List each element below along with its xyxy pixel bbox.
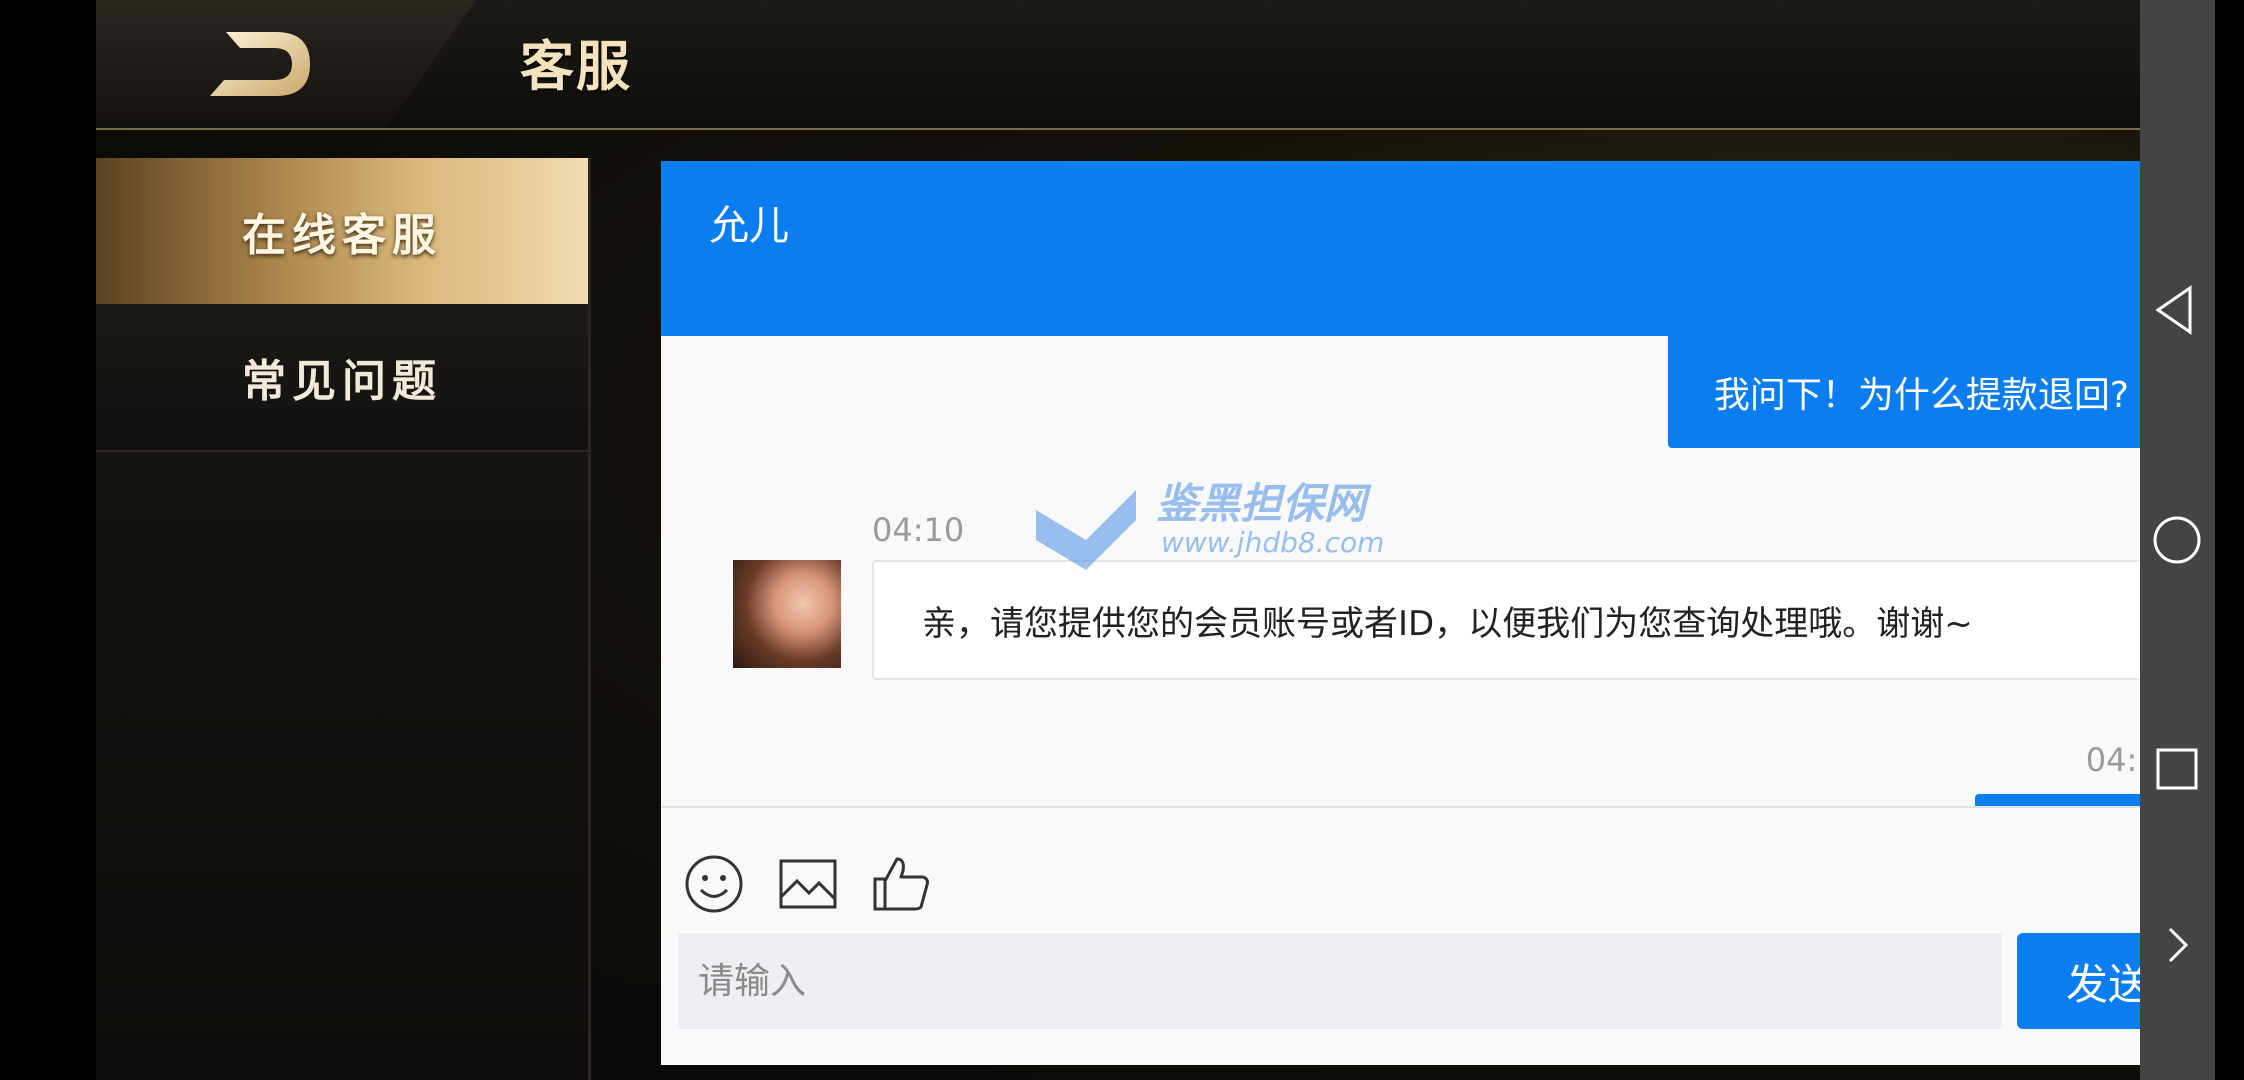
send-button[interactable]: 发送 — [2017, 933, 2140, 1029]
top-bar: 客服 — [96, 0, 2140, 130]
nav-home-icon[interactable] — [2140, 500, 2215, 580]
message-input[interactable] — [678, 933, 2002, 1029]
back-logo-icon[interactable] — [206, 28, 316, 100]
message-list[interactable]: 我问下！为什么提款退回? 04:10 亲，请您提供您的会员账号或者ID，以便我们… — [661, 336, 2140, 806]
app-window: 客服 在线客服 常见问题 允儿 我问下！为什么提款退回? 04:10 亲，请您提… — [96, 0, 2140, 1080]
chat-header: 允儿 — [661, 161, 2140, 336]
nav-recents-icon[interactable] — [2140, 728, 2215, 808]
system-nav-bar — [2140, 0, 2215, 1080]
chat-panel: 允儿 我问下！为什么提款退回? 04:10 亲，请您提供您的会员账号或者ID，以… — [661, 161, 2140, 1065]
agent-name: 允儿 — [709, 203, 789, 249]
chat-toolbar — [683, 849, 933, 919]
thumbs-up-icon[interactable] — [871, 853, 933, 915]
emoji-icon[interactable] — [683, 853, 745, 915]
nav-back-icon[interactable] — [2140, 270, 2215, 350]
image-icon[interactable] — [777, 853, 839, 915]
page-title: 客服 — [520, 35, 632, 98]
back-area — [96, 0, 476, 128]
divider — [661, 806, 2140, 808]
sidebar: 在线客服 常见问题 — [96, 158, 591, 1080]
sidebar-item-online-service[interactable]: 在线客服 — [96, 158, 588, 304]
sidebar-item-faq[interactable]: 常见问题 — [96, 304, 588, 452]
agent-message-bubble: 亲，请您提供您的会员账号或者ID，以便我们为您查询处理哦。谢谢~ — [872, 560, 2140, 680]
user-message-bubble: 我问下！为什么提款退回? — [1667, 336, 2140, 448]
message-timestamp: 04:10 — [2085, 741, 2140, 779]
agent-avatar — [733, 560, 841, 668]
user-message-bubble — [1975, 794, 2140, 806]
nav-expand-icon[interactable] — [2140, 905, 2215, 985]
message-timestamp: 04:10 — [872, 511, 965, 549]
agent-message-text: 亲，请您提供您的会员账号或者ID，以便我们为您查询处理哦。谢谢~ — [922, 603, 1973, 644]
